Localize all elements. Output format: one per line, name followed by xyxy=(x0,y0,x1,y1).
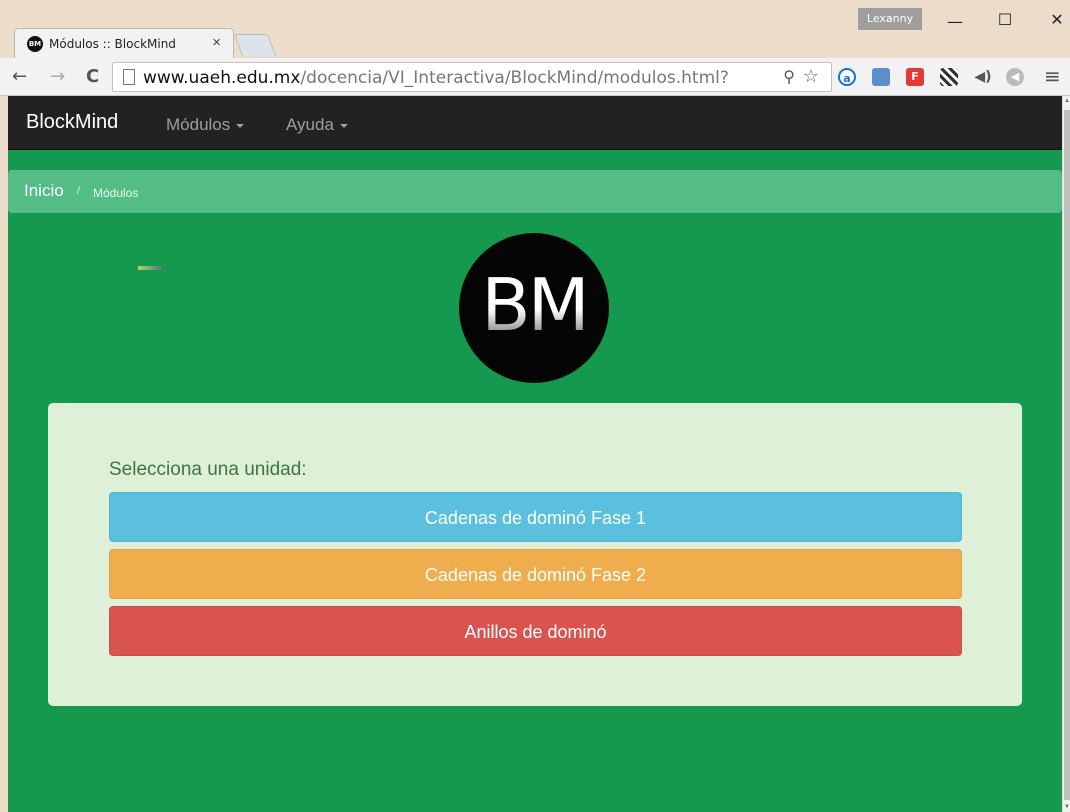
profile-badge[interactable]: Lexanny xyxy=(858,8,922,30)
back-arrow-icon[interactable]: ← xyxy=(12,66,27,87)
extension-a-icon[interactable]: a xyxy=(838,68,856,86)
close-window-icon[interactable]: ✕ xyxy=(1042,10,1070,29)
favicon-icon: BM xyxy=(27,36,43,52)
browser-tab[interactable]: BM Módulos :: BlockMind × xyxy=(14,28,234,58)
extension-network-icon[interactable] xyxy=(872,68,890,86)
extension-mute-icon[interactable]: ◀ xyxy=(1006,68,1024,86)
nav-dropdown-modulos[interactable]: Módulos xyxy=(166,115,245,135)
tab-title: Módulos :: BlockMind xyxy=(49,37,176,51)
tab-close-icon[interactable]: × xyxy=(212,34,221,51)
forward-arrow-icon[interactable]: → xyxy=(50,66,65,87)
top-navbar: BlockMind Módulos Ayuda xyxy=(8,96,1062,150)
logo-text: BM xyxy=(459,263,609,347)
broken-image xyxy=(138,266,164,270)
caret-down-icon xyxy=(236,123,245,128)
nav-dropdown-ayuda[interactable]: Ayuda xyxy=(286,115,348,135)
zoom-icon[interactable]: ⚲ xyxy=(783,67,795,86)
unit-button-cadenas-fase-2[interactable]: Cadenas de dominó Fase 2 xyxy=(109,549,962,599)
vertical-scrollbar[interactable]: ▲ ▼ xyxy=(1062,96,1070,812)
caret-down-icon xyxy=(339,123,348,128)
browser-menu-icon[interactable]: ≡ xyxy=(1044,64,1061,88)
unit-selection-panel: Selecciona una unidad: Cadenas de dominó… xyxy=(48,403,1022,706)
unit-button-cadenas-fase-1[interactable]: Cadenas de dominó Fase 1 xyxy=(109,492,962,542)
reload-icon[interactable]: C xyxy=(86,66,99,87)
scroll-down-icon[interactable]: ▼ xyxy=(1063,804,1070,810)
breadcrumb-separator: / xyxy=(77,185,81,197)
maximize-icon[interactable]: ☐ xyxy=(990,10,1020,29)
breadcrumb: Inicio / Módulos xyxy=(8,170,1062,213)
url-text: www.uaeh.edu.mx/docencia/VI_Interactiva/… xyxy=(143,68,729,88)
bookmark-star-icon[interactable]: ☆ xyxy=(803,66,819,87)
minimize-icon[interactable]: — xyxy=(940,12,970,31)
browser-window: BM Módulos :: BlockMind × Lexanny — ☐ ✕ … xyxy=(0,0,1070,812)
panel-prompt: Selecciona una unidad: xyxy=(109,459,307,480)
blockmind-logo: BM xyxy=(459,233,609,383)
page-icon xyxy=(123,69,135,85)
extension-qr-icon[interactable] xyxy=(940,68,958,86)
title-bar: BM Módulos :: BlockMind × Lexanny — ☐ ✕ xyxy=(0,0,1070,58)
scrollbar-thumb[interactable] xyxy=(1064,110,1070,800)
extension-flipboard-icon[interactable]: F xyxy=(906,68,924,86)
navbar-brand[interactable]: BlockMind xyxy=(26,111,118,134)
unit-button-anillos[interactable]: Anillos de dominó xyxy=(109,606,962,656)
scroll-up-icon[interactable]: ▲ xyxy=(1063,98,1070,104)
breadcrumb-home-link[interactable]: Inicio xyxy=(24,181,64,201)
extension-speaker-icon[interactable]: ◀) xyxy=(974,68,992,86)
address-bar[interactable]: www.uaeh.edu.mx/docencia/VI_Interactiva/… xyxy=(112,62,832,92)
breadcrumb-current: Módulos xyxy=(93,186,139,200)
browser-toolbar: ← → C www.uaeh.edu.mx/docencia/VI_Intera… xyxy=(0,58,1070,96)
page-viewport: BlockMind Módulos Ayuda Inicio / Módulos… xyxy=(8,96,1062,812)
new-tab-button[interactable] xyxy=(233,34,277,56)
